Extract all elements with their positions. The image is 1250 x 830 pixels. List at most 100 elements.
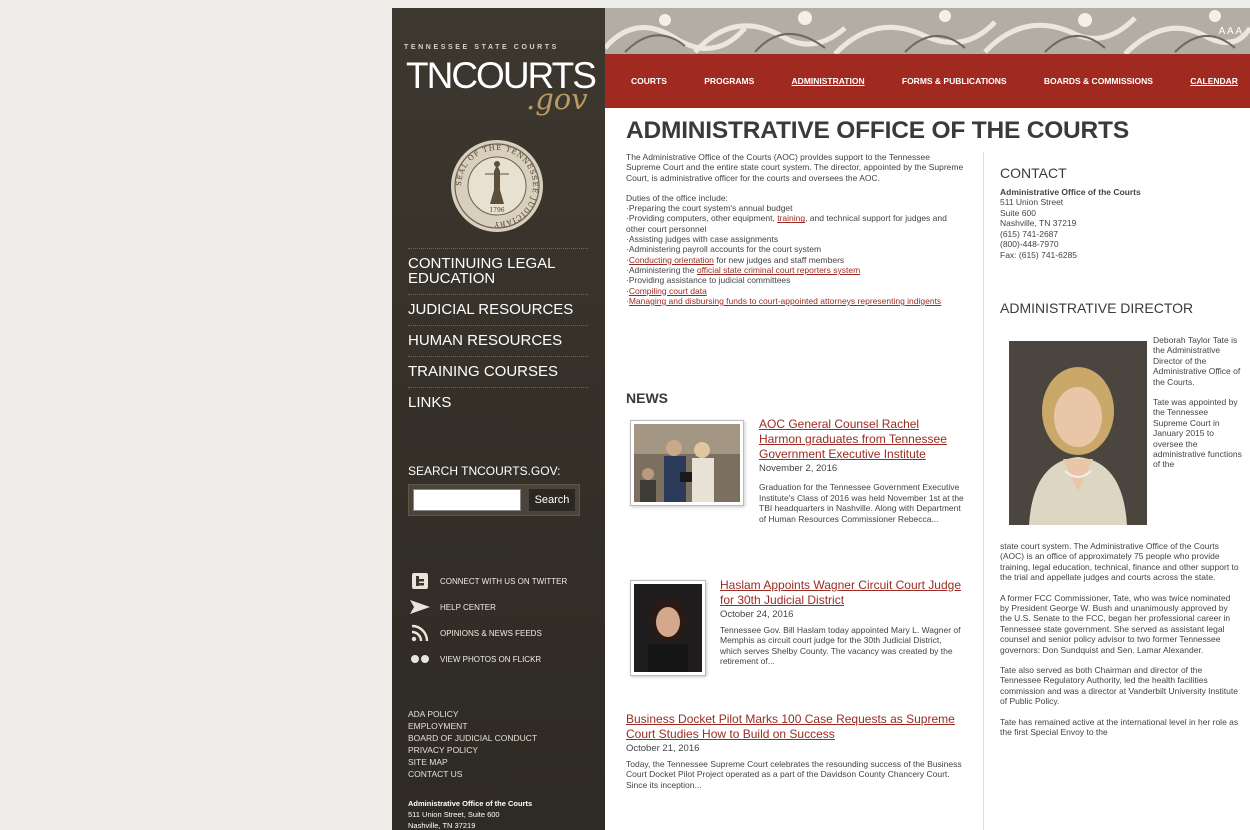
news-item: Haslam Appoints Wagner Circuit Court Jud… <box>720 578 965 667</box>
contact-line: Nashville, TN 37219 <box>1000 218 1077 228</box>
sidebar-item-human-resources[interactable]: HUMAN RESOURCES <box>408 325 588 356</box>
court-data-link[interactable]: Compiling court data <box>629 286 707 296</box>
director-bio: state court system. The Administrative O… <box>1000 541 1240 738</box>
director-portrait <box>1009 341 1147 525</box>
contact-line: Suite 600 <box>1000 207 1036 218</box>
main-content: A A A COURTS PROGRAMS ADMINISTRATION FOR… <box>605 8 1250 830</box>
news-body: Graduation for the Tennessee Government … <box>626 482 966 524</box>
flickr-icon <box>408 650 432 668</box>
contact-fax: Fax: (615) 741-6285 <box>1000 249 1078 260</box>
sidebar-item-judicial-resources[interactable]: JUDICIAL RESOURCES <box>408 294 588 325</box>
news-summary: Graduation for the Tennessee Government … <box>759 482 964 524</box>
text-size-toggle[interactable]: A A A <box>1219 26 1242 37</box>
search-input[interactable] <box>413 489 521 511</box>
duty-7: ·Providing assistance to judicial commit… <box>626 275 791 286</box>
help-center-link[interactable]: HELP CENTER <box>408 594 598 620</box>
news-date: November 2, 2016 <box>759 463 838 474</box>
director-heading: ADMINISTRATIVE DIRECTOR <box>1000 300 1194 316</box>
twitter-link[interactable]: CONNECT WITH US ON TWITTER <box>408 568 598 594</box>
footer-links: ADA POLICY EMPLOYMENT BOARD OF JUDICIAL … <box>408 708 537 780</box>
nav-calendar[interactable]: CALENDAR <box>1190 76 1238 86</box>
nav-forms-publications[interactable]: FORMS & PUBLICATIONS <box>902 76 1007 86</box>
director-bio-line: Tate was appointed by the Tennessee Supr… <box>1153 397 1242 470</box>
contact-phone[interactable]: (615) 741-2687 <box>1000 229 1240 240</box>
twitter-link-label: CONNECT WITH US ON TWITTER <box>440 576 568 586</box>
feeds-label: OPINIONS & NEWS FEEDS <box>440 628 542 638</box>
nav-courts[interactable]: COURTS <box>631 76 667 86</box>
news-item: AOC General Counsel Rachel Harmon gradua… <box>759 417 964 479</box>
sidebar-address: Administrative Office of the Courts 511 … <box>408 798 532 830</box>
news-summary: Today, the Tennessee Supreme Court celeb… <box>626 758 962 790</box>
duty-4: ·Administering payroll accounts for the … <box>626 244 822 255</box>
news-summary: Tennessee Gov. Bill Haslam today appoint… <box>720 624 961 667</box>
court-reporters-link[interactable]: official state criminal court reporters … <box>697 265 860 275</box>
search-button[interactable]: Search <box>529 489 575 511</box>
social-links: CONNECT WITH US ON TWITTER HELP CENTER O… <box>408 568 598 672</box>
director-bio-side: Deborah Taylor Tate is the Administrativ… <box>1153 335 1243 470</box>
svg-text:1796: 1796 <box>489 207 504 214</box>
top-nav: COURTS PROGRAMS ADMINISTRATION FORMS & P… <box>605 54 1250 108</box>
footer-link-privacy[interactable]: PRIVACY POLICY <box>408 744 537 756</box>
duty-5: ·Conducting orientation for new judges a… <box>626 254 845 265</box>
aoc-description: The Administrative Office of the Courts … <box>626 152 966 306</box>
sidebar-item-links[interactable]: LINKS <box>408 387 588 418</box>
news-item: Business Docket Pilot Marks 100 Case Req… <box>626 712 966 790</box>
footer-link-contact[interactable]: CONTACT US <box>408 768 537 780</box>
footer-link-employment[interactable]: EMPLOYMENT <box>408 720 537 732</box>
nav-programs[interactable]: PROGRAMS <box>704 76 754 86</box>
flickr-label: VIEW PHOTOS ON FLICKR <box>440 654 542 664</box>
director-bio-paragraph: A former FCC Commissioner, Tate, who was… <box>1000 592 1231 655</box>
news-title[interactable]: Business Docket Pilot Marks 100 Case Req… <box>626 712 966 742</box>
page-title: ADMINISTRATIVE OFFICE OF THE COURTS <box>626 117 1129 144</box>
contact-heading: CONTACT <box>1000 165 1067 181</box>
site-logo[interactable]: TNCOURTS .gov <box>406 57 597 114</box>
duty-3: ·Assisting judges with case assignments <box>626 234 779 245</box>
news-heading: NEWS <box>626 390 668 406</box>
site-kicker: TENNESSEE STATE COURTS <box>404 44 559 51</box>
sidebar-item-training-courses[interactable]: TRAINING COURSES <box>408 356 588 387</box>
address-city: Nashville, TN 37219 <box>408 821 476 830</box>
intro-paragraph: The Administrative Office of the Courts … <box>626 152 964 183</box>
duty-2: ·Providing computers, other equipment, t… <box>626 213 947 234</box>
judiciary-seal: SEAL OF THE TENNESSEE JUDICIARY 1796 <box>449 138 545 234</box>
search-form: Search <box>408 484 580 516</box>
address-org: Administrative Office of the Courts <box>408 799 533 808</box>
flickr-link[interactable]: VIEW PHOTOS ON FLICKR <box>408 646 598 672</box>
header-banner: A A A <box>605 8 1250 54</box>
contact-line: 511 Union Street <box>1000 197 1064 207</box>
footer-link-sitemap[interactable]: SITE MAP <box>408 756 537 768</box>
duty-1: ·Preparing the court system's annual bud… <box>626 203 793 214</box>
training-link[interactable]: training <box>777 213 805 223</box>
contact-org: Administrative Office of the Courts <box>1000 186 1141 197</box>
footer-link-ada[interactable]: ADA POLICY <box>408 708 537 720</box>
indigent-funds-link[interactable]: Managing and disbursing funds to court-a… <box>629 296 941 306</box>
news-title[interactable]: AOC General Counsel Rachel Harmon gradua… <box>759 417 964 462</box>
news-date: October 24, 2016 <box>720 609 794 620</box>
nav-boards-commissions[interactable]: BOARDS & COMMISSIONS <box>1044 76 1153 86</box>
orientation-link[interactable]: Conducting orientation <box>629 255 714 265</box>
twitter-icon <box>408 572 432 590</box>
sidebar-nav: CONTINUING LEGAL EDUCATION JUDICIAL RESO… <box>408 248 588 418</box>
duties-intro: Duties of the office include: <box>626 192 728 203</box>
footer-link-judicial-conduct[interactable]: BOARD OF JUDICIAL CONDUCT <box>408 732 537 744</box>
contact-phone[interactable]: (800)-448-7970 <box>1000 239 1240 250</box>
director-bio-paragraph: Tate has remained active at the internat… <box>1000 716 1239 738</box>
arrow-icon <box>408 598 432 616</box>
sidebar: TENNESSEE STATE COURTS TNCOURTS .gov SEA… <box>392 8 605 830</box>
feeds-link[interactable]: OPINIONS & NEWS FEEDS <box>408 620 598 646</box>
duty-9: ·Managing and disbursing funds to court-… <box>626 295 942 306</box>
logo-gov: .gov <box>526 82 588 116</box>
director-bio-paragraph: Tate also served as both Chairman and di… <box>1000 665 1238 707</box>
sidebar-item-cle[interactable]: CONTINUING LEGAL EDUCATION <box>408 248 588 294</box>
rss-icon <box>408 624 432 642</box>
search-label: SEARCH TNCOURTS.GOV: <box>408 464 561 478</box>
news-thumbnail[interactable] <box>630 580 706 676</box>
news-date: October 21, 2016 <box>626 743 700 754</box>
director-bio-line: Deborah Taylor Tate is the Administrativ… <box>1153 335 1241 387</box>
nav-administration[interactable]: ADMINISTRATION <box>792 76 865 86</box>
news-title[interactable]: Haslam Appoints Wagner Circuit Court Jud… <box>720 578 965 608</box>
column-divider <box>983 152 984 830</box>
duty-8: ·Compiling court data <box>626 285 707 296</box>
help-center-label: HELP CENTER <box>440 602 496 612</box>
contact-section: CONTACT Administrative Office of the Cou… <box>1000 165 1240 260</box>
